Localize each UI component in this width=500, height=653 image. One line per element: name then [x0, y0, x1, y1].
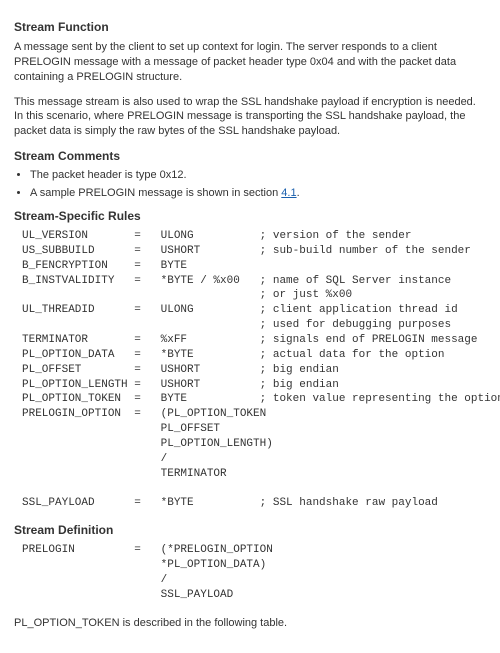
- paragraph-func-1: A message sent by the client to set up c…: [14, 40, 486, 85]
- paragraph-func-2: This message stream is also used to wrap…: [14, 95, 486, 140]
- comment-item-2: A sample PRELOGIN message is shown in se…: [30, 187, 486, 199]
- heading-stream-specific-rules: Stream-Specific Rules: [14, 209, 486, 223]
- footer-text: PL_OPTION_TOKEN is described in the foll…: [14, 616, 486, 631]
- heading-stream-comments: Stream Comments: [14, 149, 486, 163]
- grammar-rules-block: UL_VERSION = ULONG ; version of the send…: [22, 229, 486, 511]
- comment-item-2-pre: A sample PRELOGIN message is shown in se…: [30, 187, 281, 199]
- heading-stream-function: Stream Function: [14, 20, 486, 34]
- grammar-definition-block: PRELOGIN = (*PRELOGIN_OPTION *PL_OPTION_…: [22, 543, 486, 602]
- comment-item-2-post: .: [297, 187, 300, 199]
- comments-list: The packet header is type 0x12. A sample…: [30, 169, 486, 199]
- link-section-4-1[interactable]: 4.1: [281, 187, 296, 199]
- comment-item-1: The packet header is type 0x12.: [30, 169, 486, 181]
- heading-stream-definition: Stream Definition: [14, 523, 486, 537]
